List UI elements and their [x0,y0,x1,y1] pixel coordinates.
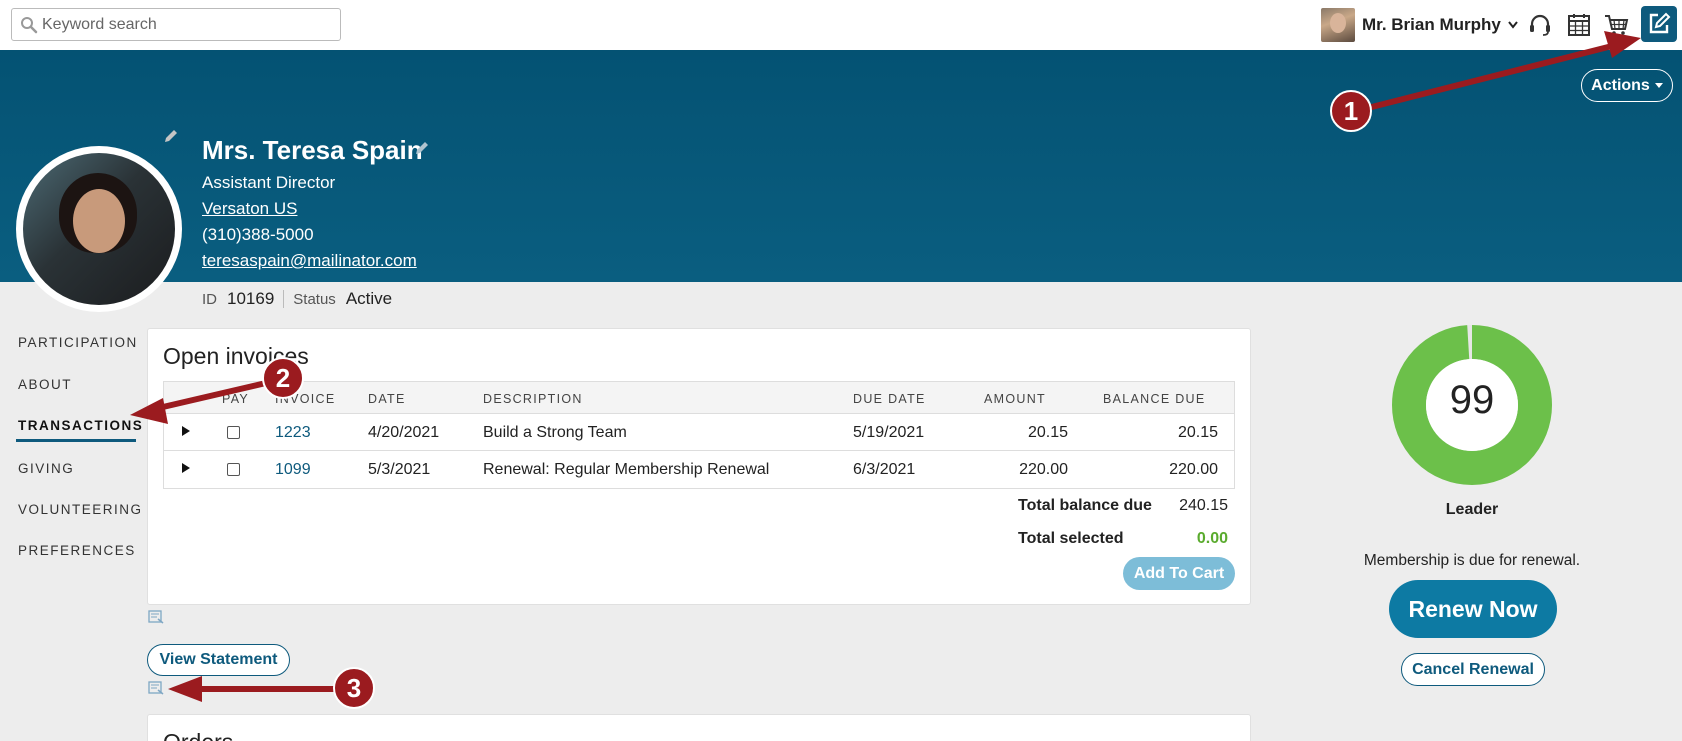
total-selected-value: 0.00 [1196,530,1228,547]
invoice-date: 5/3/2021 [368,461,431,478]
status-value: Active [345,289,393,308]
invoice-link[interactable]: 1223 [275,424,311,442]
col-balance-due: BALANCE DUE [1103,392,1206,406]
nav-transactions[interactable]: TRANSACTIONS [18,418,143,433]
col-date: DATE [368,392,406,406]
profile-photo-image [23,153,175,305]
annotation-number: 3 [347,673,361,703]
export-icon[interactable] [148,681,164,695]
col-due-date: DUE DATE [853,392,926,406]
profile-name: Mrs. Teresa Spain [202,135,423,165]
user-name: Mr. Brian Murphy [1362,15,1501,34]
divider [283,290,285,308]
actions-button[interactable]: Actions [1581,69,1673,102]
invoice-description: Renewal: Regular Membership Renewal [483,461,770,478]
table-row: 1223 4/20/2021 Build a Strong Team 5/19/… [164,414,1234,451]
top-bar: Mr. Brian Murphy [0,0,1682,50]
chevron-down-icon [1508,21,1518,29]
nav-preferences[interactable]: PREFERENCES [18,543,136,558]
edit-photo-pencil-icon[interactable] [163,128,179,144]
view-statement-button[interactable]: View Statement [147,644,290,676]
pay-checkbox[interactable] [227,463,240,476]
actions-label: Actions [1591,76,1650,94]
col-invoice: INVOICE [275,392,336,406]
nav-active-indicator [16,439,136,442]
invoice-amount: 20.15 [1027,424,1068,441]
col-pay: PAY [222,392,250,406]
profile-email-link[interactable]: teresaspain@mailinator.com [202,251,417,271]
orders-card: Orders [147,714,1251,741]
invoice-balance: 220.00 [1169,461,1218,478]
user-menu[interactable]: Mr. Brian Murphy [1321,7,1518,43]
nav-participation[interactable]: PARTICIPATION [18,335,138,350]
renew-now-button[interactable]: Renew Now [1389,580,1557,638]
id-value: 10169 [227,289,275,308]
calendar-icon[interactable] [1566,12,1592,38]
invoice-description: Build a Strong Team [483,424,627,441]
export-icon[interactable] [148,610,164,624]
col-description: DESCRIPTION [483,392,583,406]
edit-name-pencil-icon[interactable] [414,140,430,156]
id-label: ID [202,290,217,308]
invoice-link[interactable]: 1099 [275,461,311,479]
orders-title: Orders [163,729,233,741]
profile-photo [16,146,182,312]
invoices-table: PAY INVOICE DATE DESCRIPTION DUE DATE AM… [163,381,1235,489]
engagement-score-value: 99 [1449,378,1495,422]
table-header: PAY INVOICE DATE DESCRIPTION DUE DATE AM… [164,382,1234,414]
total-balance-value: 240.15 [1179,497,1228,514]
expand-row-icon[interactable] [182,426,190,436]
total-selected-label: Total selected [1018,530,1124,547]
nav-volunteering[interactable]: VOLUNTEERING [18,502,143,517]
status-label: Status [293,290,336,308]
open-invoices-card: Open invoices PAY INVOICE DATE DESCRIPTI… [147,328,1251,605]
invoice-amount: 220.00 [1019,461,1068,478]
pay-checkbox[interactable] [227,426,240,439]
profile-title: Assistant Director [202,173,336,192]
search-input[interactable] [42,11,332,39]
invoice-due-date: 5/19/2021 [853,424,925,441]
open-invoices-title: Open invoices [163,343,309,369]
cancel-renewal-button[interactable]: Cancel Renewal [1401,653,1545,686]
user-avatar [1321,8,1355,42]
renewal-message: Membership is due for renewal. [1363,552,1581,569]
expand-row-icon[interactable] [182,463,190,473]
col-amount: AMOUNT [984,392,1046,406]
invoice-due-date: 6/3/2021 [853,461,916,478]
search-box[interactable] [11,8,341,41]
edit-square-icon [1649,12,1671,34]
nav-giving[interactable]: GIVING [18,461,74,476]
invoice-date: 4/20/2021 [368,424,440,441]
caret-down-icon [1654,83,1663,88]
invoice-balance: 20.15 [1177,424,1218,441]
profile-id-status: ID 10169 Status Active [202,289,392,309]
nav-about[interactable]: ABOUT [18,377,72,392]
profile-company-link[interactable]: Versaton US [202,199,297,219]
cart-icon[interactable] [1604,12,1630,38]
total-balance-label: Total balance due [1018,497,1152,514]
member-level: Leader [1445,501,1499,518]
headset-icon[interactable] [1527,12,1553,38]
profile-phone: (310)388-5000 [202,225,314,244]
add-to-cart-button[interactable]: Add To Cart [1123,557,1235,590]
table-row: 1099 5/3/2021 Renewal: Regular Membershi… [164,451,1234,488]
search-icon [21,17,38,34]
edit-mode-button[interactable] [1641,6,1677,42]
profile-banner [0,50,1682,282]
